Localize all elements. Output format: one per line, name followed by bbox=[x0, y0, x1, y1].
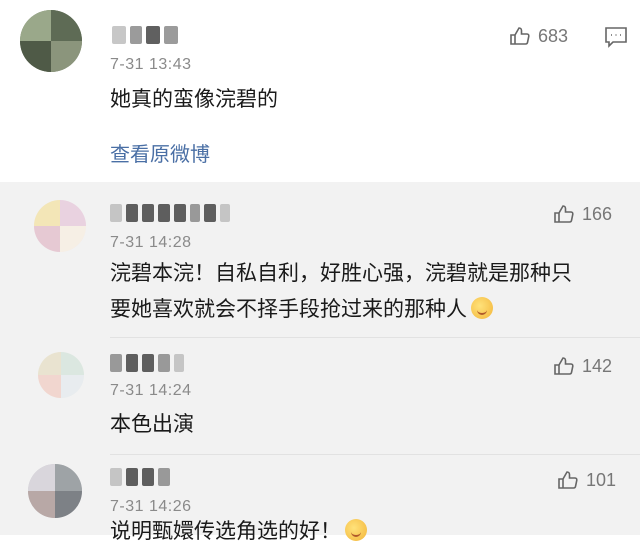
like-button[interactable]: 101 bbox=[556, 468, 616, 492]
avatar[interactable] bbox=[34, 200, 86, 252]
like-button[interactable]: 142 bbox=[552, 354, 612, 378]
divider bbox=[110, 337, 640, 338]
username[interactable] bbox=[110, 204, 230, 222]
comment-icon[interactable] bbox=[604, 26, 628, 48]
reply-text: 说明甄嬛传选角选的好！ bbox=[110, 514, 367, 550]
username[interactable] bbox=[110, 354, 184, 372]
divider bbox=[110, 454, 640, 455]
like-count: 101 bbox=[586, 469, 617, 490]
reply-time: 7-31 14:24 bbox=[110, 382, 192, 399]
avatar[interactable] bbox=[20, 10, 82, 72]
main-comment: 7-31 13:43 683 她真的蛮像浣碧的 查看原微博 bbox=[0, 0, 640, 182]
thumbs-up-icon bbox=[510, 27, 530, 45]
like-button[interactable]: 683 bbox=[508, 24, 568, 48]
reply-text-segment: 说明甄嬛传选角选的好！ bbox=[110, 520, 341, 543]
thumbs-up-icon bbox=[554, 205, 574, 223]
thumbs-up-icon bbox=[554, 357, 574, 375]
thumbs-up-icon bbox=[558, 471, 578, 489]
emoji-icon bbox=[345, 519, 367, 541]
reply-text: 本色出演 bbox=[110, 413, 194, 436]
username[interactable] bbox=[110, 468, 170, 486]
reply-text-line: 浣碧本浣！自私自利，好胜心强，浣碧就是那种只 bbox=[110, 262, 572, 285]
comment-time: 7-31 13:43 bbox=[110, 56, 192, 73]
reply-text: 浣碧本浣！自私自利，好胜心强，浣碧就是那种只 要她喜欢就会不择手段抢过来的那种人 bbox=[110, 256, 572, 328]
comment-text: 她真的蛮像浣碧的 bbox=[110, 88, 278, 111]
like-count: 683 bbox=[538, 25, 569, 46]
avatar[interactable] bbox=[28, 464, 82, 518]
reply-text-segment: 要她喜欢就会不择手段抢过来的那种人 bbox=[110, 298, 467, 321]
emoji-icon bbox=[471, 297, 493, 319]
username[interactable] bbox=[112, 26, 178, 44]
reply-text-line: 要她喜欢就会不择手段抢过来的那种人 bbox=[110, 292, 572, 328]
like-button[interactable]: 166 bbox=[552, 202, 612, 226]
like-count: 142 bbox=[582, 355, 613, 376]
reply-time: 7-31 14:28 bbox=[110, 234, 192, 251]
avatar[interactable] bbox=[38, 352, 84, 398]
view-original-link[interactable]: 查看原微博 bbox=[110, 138, 210, 167]
like-count: 166 bbox=[582, 203, 613, 224]
replies-section: 7-31 14:28 166 浣碧本浣！自私自利，好胜心强，浣碧就是那种只 要她… bbox=[0, 182, 640, 543]
